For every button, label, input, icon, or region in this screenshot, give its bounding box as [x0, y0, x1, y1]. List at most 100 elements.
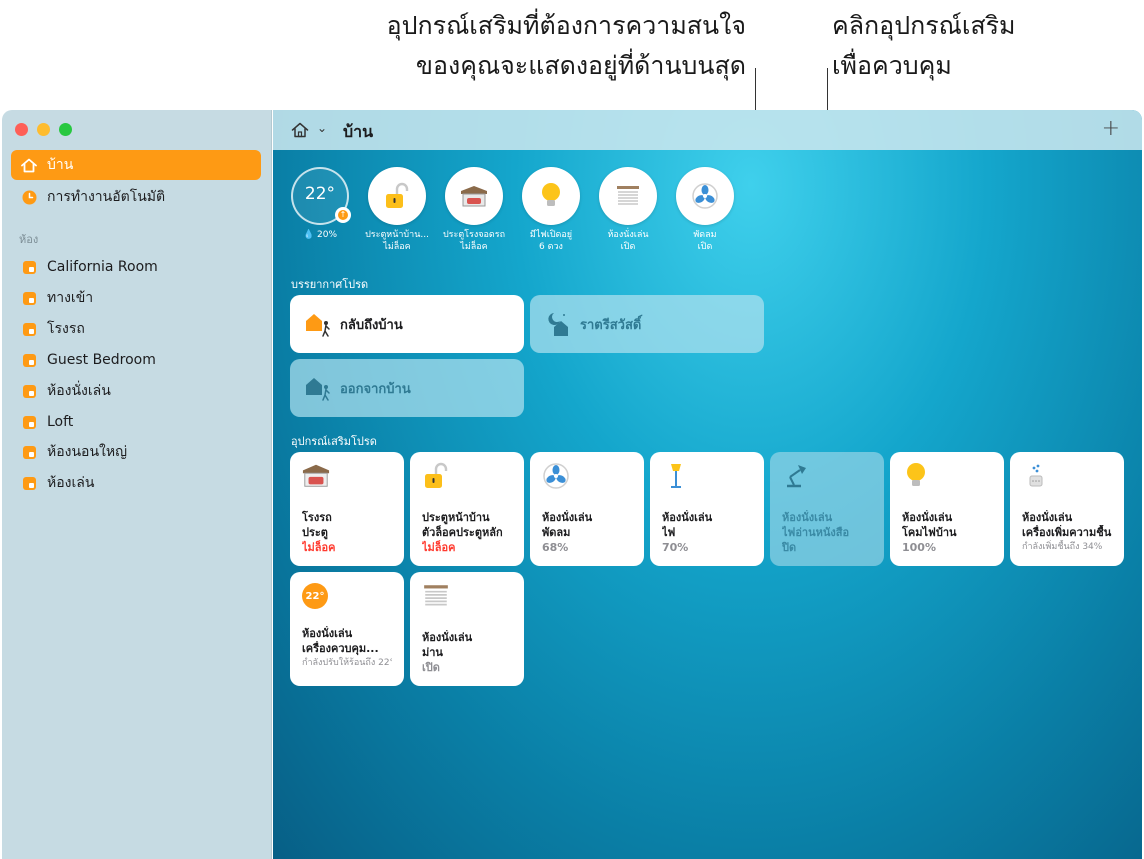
room-icon [21, 321, 37, 337]
status-garage-door-line2: ไม่ล็อค [460, 242, 488, 252]
accessory-floor-lamp[interactable]: ห้องนั่งเล่น ไฟ 70% [650, 452, 764, 566]
accessory-room: ห้องนั่งเล่น [662, 511, 713, 524]
status-blinds[interactable]: ห้องนั่งเล่น เปิด [591, 167, 665, 253]
status-front-door[interactable]: ประตูหน้าบ้าน... ไม่ล็อค [360, 167, 434, 253]
accessory-front-door-lock[interactable]: ประตูหน้าบ้าน ตัวล็อคประตูหลัก ไม่ล็อค [410, 452, 524, 566]
accessory-state: กำลังเพิ่มชื้นถึง 34% [1022, 542, 1103, 552]
blinds-icon [599, 167, 657, 225]
room-icon [21, 383, 37, 399]
scene-good-night-label: ราตรีสวัสดิ์ [580, 317, 642, 333]
room-icon [21, 414, 37, 430]
accessory-name: ไฟ [662, 526, 676, 539]
sidebar-item-automation[interactable]: การทำงานอัตโนมัติ [11, 182, 261, 212]
accessory-room: ห้องนั่งเล่น [902, 511, 953, 524]
accessory-name: ตัวล็อคประตูหลัก [422, 526, 503, 539]
minimize-window-button[interactable] [37, 123, 50, 136]
unlocked-lock-icon [425, 462, 448, 488]
temperature-ring: 22° ↑ [291, 167, 351, 225]
callout-attention-line1: อุปกรณ์เสริมที่ต้องการความสนใจ [386, 11, 746, 40]
accessory-blinds[interactable]: ห้องนั่งเล่น ม่าน เปิด [410, 572, 524, 686]
accessory-name: ไฟอ่านหนังสือ [782, 526, 850, 539]
status-fan-line1: พัดลม [693, 230, 717, 240]
accessory-name: ประตู [302, 526, 328, 539]
sidebar-item-room-label: Guest Bedroom [47, 352, 156, 368]
leave-home-icon [306, 378, 330, 401]
sidebar-item-room-label: Loft [47, 414, 74, 430]
main-content: ⌄ บ้าน + 22° ↑ 💧 20% ประตูหน้าบ้าน... ไม… [273, 110, 1142, 859]
sidebar-item-home[interactable]: บ้าน [11, 150, 261, 180]
home-switcher-chevron-down-icon[interactable]: ⌄ [317, 121, 327, 135]
callout-attention: อุปกรณ์เสริมที่ต้องการความสนใจ ของคุณจะแ… [387, 6, 746, 86]
scene-leave-home[interactable]: ออกจากบ้าน [290, 359, 524, 417]
room-icon [21, 352, 37, 368]
add-accessory-button[interactable]: + [1102, 116, 1120, 141]
good-night-icon [548, 313, 568, 336]
status-garage-door[interactable]: ประตูโรงจอดรถ ไม่ล็อค [437, 167, 511, 253]
accessory-state: ไม่ล็อค [422, 541, 456, 554]
accessory-name: ม่าน [422, 646, 443, 659]
zoom-window-button[interactable] [59, 123, 72, 136]
sidebar-item-room-label: California Room [47, 259, 158, 275]
accessory-house-lamp[interactable]: ห้องนั่งเล่น โคมไฟบ้าน 100% [890, 452, 1004, 566]
accessory-reading-lamp[interactable]: ห้องนั่งเล่น ไฟอ่านหนังสือ ปิด [770, 452, 884, 566]
scene-good-night[interactable]: ราตรีสวัสดิ์ [530, 295, 764, 353]
scene-arrive-home-label: กลับถึงบ้าน [340, 317, 403, 333]
accessory-thermostat[interactable]: 22° ห้องนั่งเล่น เครื่องควบคุม... กำลังป… [290, 572, 404, 686]
room-icon [21, 444, 37, 460]
accessory-name: โคมไฟบ้าน [902, 526, 957, 539]
sidebar-item-room[interactable]: ห้องนอนใหญ่ [11, 437, 261, 467]
accessory-name: เครื่องเพิ่มความชื้น [1022, 526, 1112, 539]
callout-click: คลิกอุปกรณ์เสริม เพื่อควบคุม [832, 6, 1016, 86]
status-lights-line1: มีไฟเปิดอยู่ [529, 230, 573, 240]
status-lights[interactable]: มีไฟเปิดอยู่ 6 ดวง [514, 167, 588, 253]
accessory-state: 70% [662, 541, 689, 554]
accessory-fan[interactable]: ห้องนั่งเล่น พัดลม 68% [530, 452, 644, 566]
accessory-room: ห้องนั่งเล่น [782, 511, 833, 524]
status-garage-door-line1: ประตูโรงจอดรถ [442, 230, 506, 240]
accessory-state: กำลังปรับให้ร้อนถึง 22° [302, 658, 392, 668]
fan-icon [676, 167, 734, 225]
accessory-state: ไม่ล็อค [302, 541, 336, 554]
rooms-section-header: ห้อง [19, 233, 39, 246]
sidebar-item-room[interactable]: ห้องนั่งเล่น [11, 376, 261, 406]
accessory-room: โรงรถ [302, 511, 332, 524]
accessory-room: ห้องนั่งเล่น [542, 511, 593, 524]
accessory-room: ห้องนั่งเล่น [302, 627, 353, 640]
sidebar-item-room[interactable]: Loft [11, 407, 261, 437]
sidebar-item-room[interactable]: ทางเข้า [11, 283, 261, 313]
automation-clock-icon [21, 189, 37, 205]
home-switcher-house-icon[interactable] [291, 122, 309, 138]
garage-icon [445, 167, 503, 225]
sidebar-item-room[interactable]: California Room [11, 252, 261, 282]
desk-lamp-icon [787, 465, 806, 488]
sidebar-item-room-label: ห้องนอนใหญ่ [47, 444, 128, 460]
status-blinds-line2: เปิด [620, 242, 636, 252]
sidebar-item-room-label: ห้องนั่งเล่น [47, 383, 111, 399]
room-icon [21, 259, 37, 275]
accessory-garage-door[interactable]: โรงรถ ประตู ไม่ล็อค [290, 452, 404, 566]
sidebar-item-room[interactable]: ห้องเล่น [11, 468, 261, 498]
temperature-value: 22° [304, 184, 336, 204]
home-title: บ้าน [343, 122, 374, 141]
scene-arrive-home[interactable]: กลับถึงบ้าน [290, 295, 524, 353]
lightbulb-icon [907, 463, 925, 486]
floor-lamp-icon [671, 464, 681, 488]
sidebar-item-room[interactable]: Guest Bedroom [11, 345, 261, 375]
heating-up-arrow-icon: ↑ [335, 207, 351, 223]
humidity-value: 💧 20% [302, 230, 338, 240]
sidebar: บ้าน การทำงานอัตโนมัติ ห้อง California R… [2, 110, 272, 859]
sidebar-item-room[interactable]: โรงรถ [11, 314, 261, 344]
status-fan[interactable]: พัดลม เปิด [668, 167, 742, 253]
accessory-room: ห้องนั่งเล่น [422, 631, 473, 644]
lightbulb-icon [522, 167, 580, 225]
accessory-state: 100% [902, 541, 936, 554]
accessory-humidifier[interactable]: ห้องนั่งเล่น เครื่องเพิ่มความชื้น กำลังเ… [1010, 452, 1124, 566]
thermostat-target-badge: 22° [302, 583, 328, 609]
status-fan-line2: เปิด [697, 242, 713, 252]
accessory-room: ห้องนั่งเล่น [1022, 511, 1073, 524]
unlocked-lock-icon [368, 167, 426, 225]
sidebar-item-home-label: บ้าน [47, 157, 74, 173]
close-window-button[interactable] [15, 123, 28, 136]
scene-leave-home-label: ออกจากบ้าน [340, 381, 411, 397]
status-climate[interactable]: 22° ↑ 💧 20% [283, 167, 357, 241]
